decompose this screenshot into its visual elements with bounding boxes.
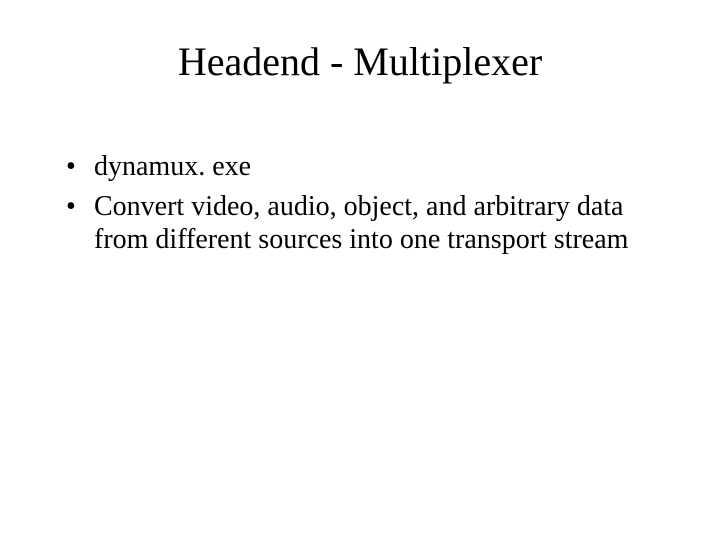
list-item: Convert video, audio, object, and arbitr… xyxy=(64,190,660,257)
slide-body: dynamux. exe Convert video, audio, objec… xyxy=(64,150,660,263)
slide-title: Headend - Multiplexer xyxy=(0,38,720,85)
list-item: dynamux. exe xyxy=(64,150,660,184)
bullet-list: dynamux. exe Convert video, audio, objec… xyxy=(64,150,660,257)
slide: Headend - Multiplexer dynamux. exe Conve… xyxy=(0,0,720,540)
